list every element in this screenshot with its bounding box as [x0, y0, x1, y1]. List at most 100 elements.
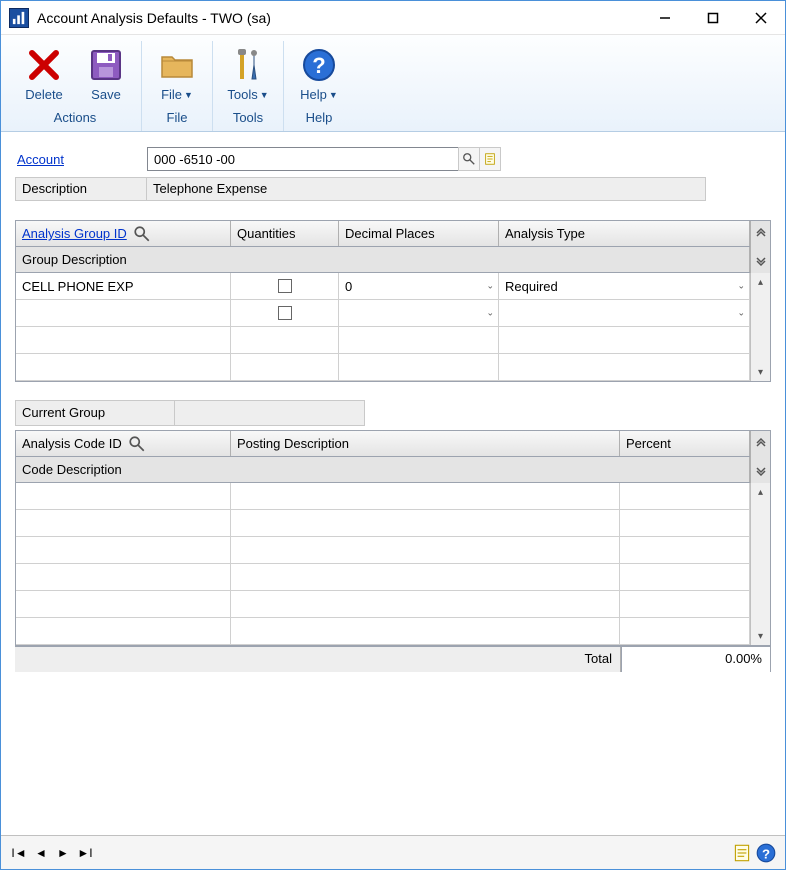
close-button[interactable]	[737, 1, 785, 35]
grid1-quantities-checkbox[interactable]	[278, 279, 292, 293]
current-group-label: Current Group	[15, 400, 175, 426]
chevron-down-icon: ▼	[329, 90, 338, 100]
folder-icon	[157, 45, 197, 85]
nav-first-button[interactable]: I◄	[9, 843, 29, 863]
current-group-value	[175, 400, 365, 426]
grid2-row[interactable]	[16, 537, 750, 564]
grid1-row[interactable]	[16, 354, 750, 381]
col-analysis-code-id[interactable]: Analysis Code ID	[16, 431, 231, 456]
account-note-button[interactable]	[479, 147, 501, 171]
titlebar: Account Analysis Defaults - TWO (sa)	[1, 1, 785, 35]
delete-icon	[24, 45, 64, 85]
nav-next-button[interactable]: ►	[53, 843, 73, 863]
file-label: File	[161, 87, 182, 102]
grid1-group-id-input[interactable]	[22, 354, 224, 380]
nav-prev-button[interactable]: ◄	[31, 843, 51, 863]
grid1-scrollbar[interactable]: ▴ ▾	[750, 273, 770, 381]
ribbon-group-tools: Tools▼ Tools	[213, 41, 284, 131]
total-label: Total	[15, 647, 621, 672]
help-button[interactable]: ? Help▼	[290, 41, 348, 104]
scroll-up-icon[interactable]: ▴	[754, 275, 768, 289]
grid1-collapse-up-button[interactable]	[750, 221, 770, 247]
minimize-button[interactable]	[641, 1, 689, 35]
description-label: Description	[15, 177, 147, 201]
help-icon[interactable]: ?	[755, 842, 777, 864]
grid2-row[interactable]	[16, 564, 750, 591]
grid2-row[interactable]	[16, 483, 750, 510]
current-group-row: Current Group	[15, 400, 771, 426]
col-analysis-type[interactable]: Analysis Type	[499, 221, 750, 246]
dropdown-arrow-icon[interactable]: ⌄	[737, 308, 745, 319]
svg-text:?: ?	[762, 846, 770, 861]
tools-icon	[228, 45, 268, 85]
content-area: Account Description Telephone Expense An…	[1, 132, 785, 835]
col-posting-description[interactable]: Posting Description	[231, 431, 620, 456]
ribbon: Delete Save Actions File▼	[1, 35, 785, 132]
grid1-group-id-input[interactable]	[22, 300, 224, 326]
help-label: Help	[300, 87, 327, 102]
ribbon-group-actions: Delete Save Actions	[9, 41, 142, 131]
grid1-row[interactable]	[16, 327, 750, 354]
ribbon-group-help: ? Help▼ Help	[284, 41, 354, 131]
help-icon: ?	[299, 45, 339, 85]
statusbar: I◄ ◄ ► ►I ?	[1, 835, 785, 869]
analysis-code-section: Analysis Code ID Posting Description Per…	[15, 430, 771, 672]
grid1-group-id-input[interactable]	[22, 273, 224, 299]
grid2-expand-down-button[interactable]	[750, 457, 770, 483]
delete-button[interactable]: Delete	[15, 41, 73, 104]
analysis-group-lookup-icon[interactable]	[133, 225, 151, 243]
account-section: Account Description Telephone Expense	[15, 146, 771, 202]
grid2-collapse-up-button[interactable]	[750, 431, 770, 457]
delete-label: Delete	[25, 87, 63, 102]
total-row: Total 0.00%	[15, 646, 771, 672]
app-window: Account Analysis Defaults - TWO (sa) Del…	[0, 0, 786, 870]
account-input[interactable]	[147, 147, 459, 171]
window-title: Account Analysis Defaults - TWO (sa)	[37, 10, 271, 26]
account-label-link[interactable]: Account	[15, 152, 147, 167]
app-icon	[9, 8, 29, 28]
dropdown-arrow-icon[interactable]: ⌄	[737, 281, 745, 292]
account-lookup-button[interactable]	[458, 147, 480, 171]
nav-last-button[interactable]: ►I	[75, 843, 95, 863]
grid1-expand-down-button[interactable]	[750, 247, 770, 273]
col-analysis-code-id-label: Analysis Code ID	[22, 436, 122, 451]
scroll-down-icon[interactable]: ▾	[754, 365, 768, 379]
dropdown-arrow-icon[interactable]: ⌄	[486, 308, 494, 319]
ribbon-group-file: File▼ File	[142, 41, 213, 131]
col-quantities[interactable]: Quantities	[231, 221, 339, 246]
grid2-row[interactable]	[16, 591, 750, 618]
dropdown-arrow-icon[interactable]: ⌄	[486, 281, 494, 292]
scroll-down-icon[interactable]: ▾	[754, 629, 768, 643]
note-icon[interactable]	[731, 842, 753, 864]
grid2-row[interactable]	[16, 618, 750, 645]
grid1-quantities-checkbox[interactable]	[278, 306, 292, 320]
col-decimal-places[interactable]: Decimal Places	[339, 221, 499, 246]
file-button[interactable]: File▼	[148, 41, 206, 104]
grid1-group-id-input[interactable]	[22, 327, 224, 353]
col-analysis-group-id-label: Analysis Group ID	[22, 226, 127, 241]
grid2-row[interactable]	[16, 510, 750, 537]
ribbon-group-label-help: Help	[306, 110, 333, 127]
col-percent[interactable]: Percent	[620, 431, 750, 456]
col-group-description[interactable]: Group Description	[16, 247, 750, 272]
tools-label: Tools	[227, 87, 257, 102]
tools-button[interactable]: Tools▼	[219, 41, 277, 104]
grid1-row[interactable]: ⌄ ⌄	[16, 300, 750, 327]
grid1-decimal-value: 0	[345, 279, 352, 294]
ribbon-group-label-tools: Tools	[233, 110, 263, 127]
col-code-description[interactable]: Code Description	[16, 457, 750, 482]
save-label: Save	[91, 87, 121, 102]
grid2-rows	[16, 483, 750, 645]
ribbon-group-label-file: File	[167, 110, 188, 127]
svg-text:?: ?	[312, 53, 325, 78]
total-value: 0.00%	[621, 647, 771, 672]
grid1-row[interactable]: 0⌄ Required⌄	[16, 273, 750, 300]
analysis-group-grid: Analysis Group ID Quantities Decimal Pla…	[15, 220, 771, 382]
analysis-code-lookup-icon[interactable]	[128, 435, 146, 453]
maximize-button[interactable]	[689, 1, 737, 35]
chevron-down-icon: ▼	[260, 90, 269, 100]
save-button[interactable]: Save	[77, 41, 135, 104]
col-analysis-group-id[interactable]: Analysis Group ID	[16, 221, 231, 246]
scroll-up-icon[interactable]: ▴	[754, 485, 768, 499]
grid2-scrollbar[interactable]: ▴ ▾	[750, 483, 770, 645]
